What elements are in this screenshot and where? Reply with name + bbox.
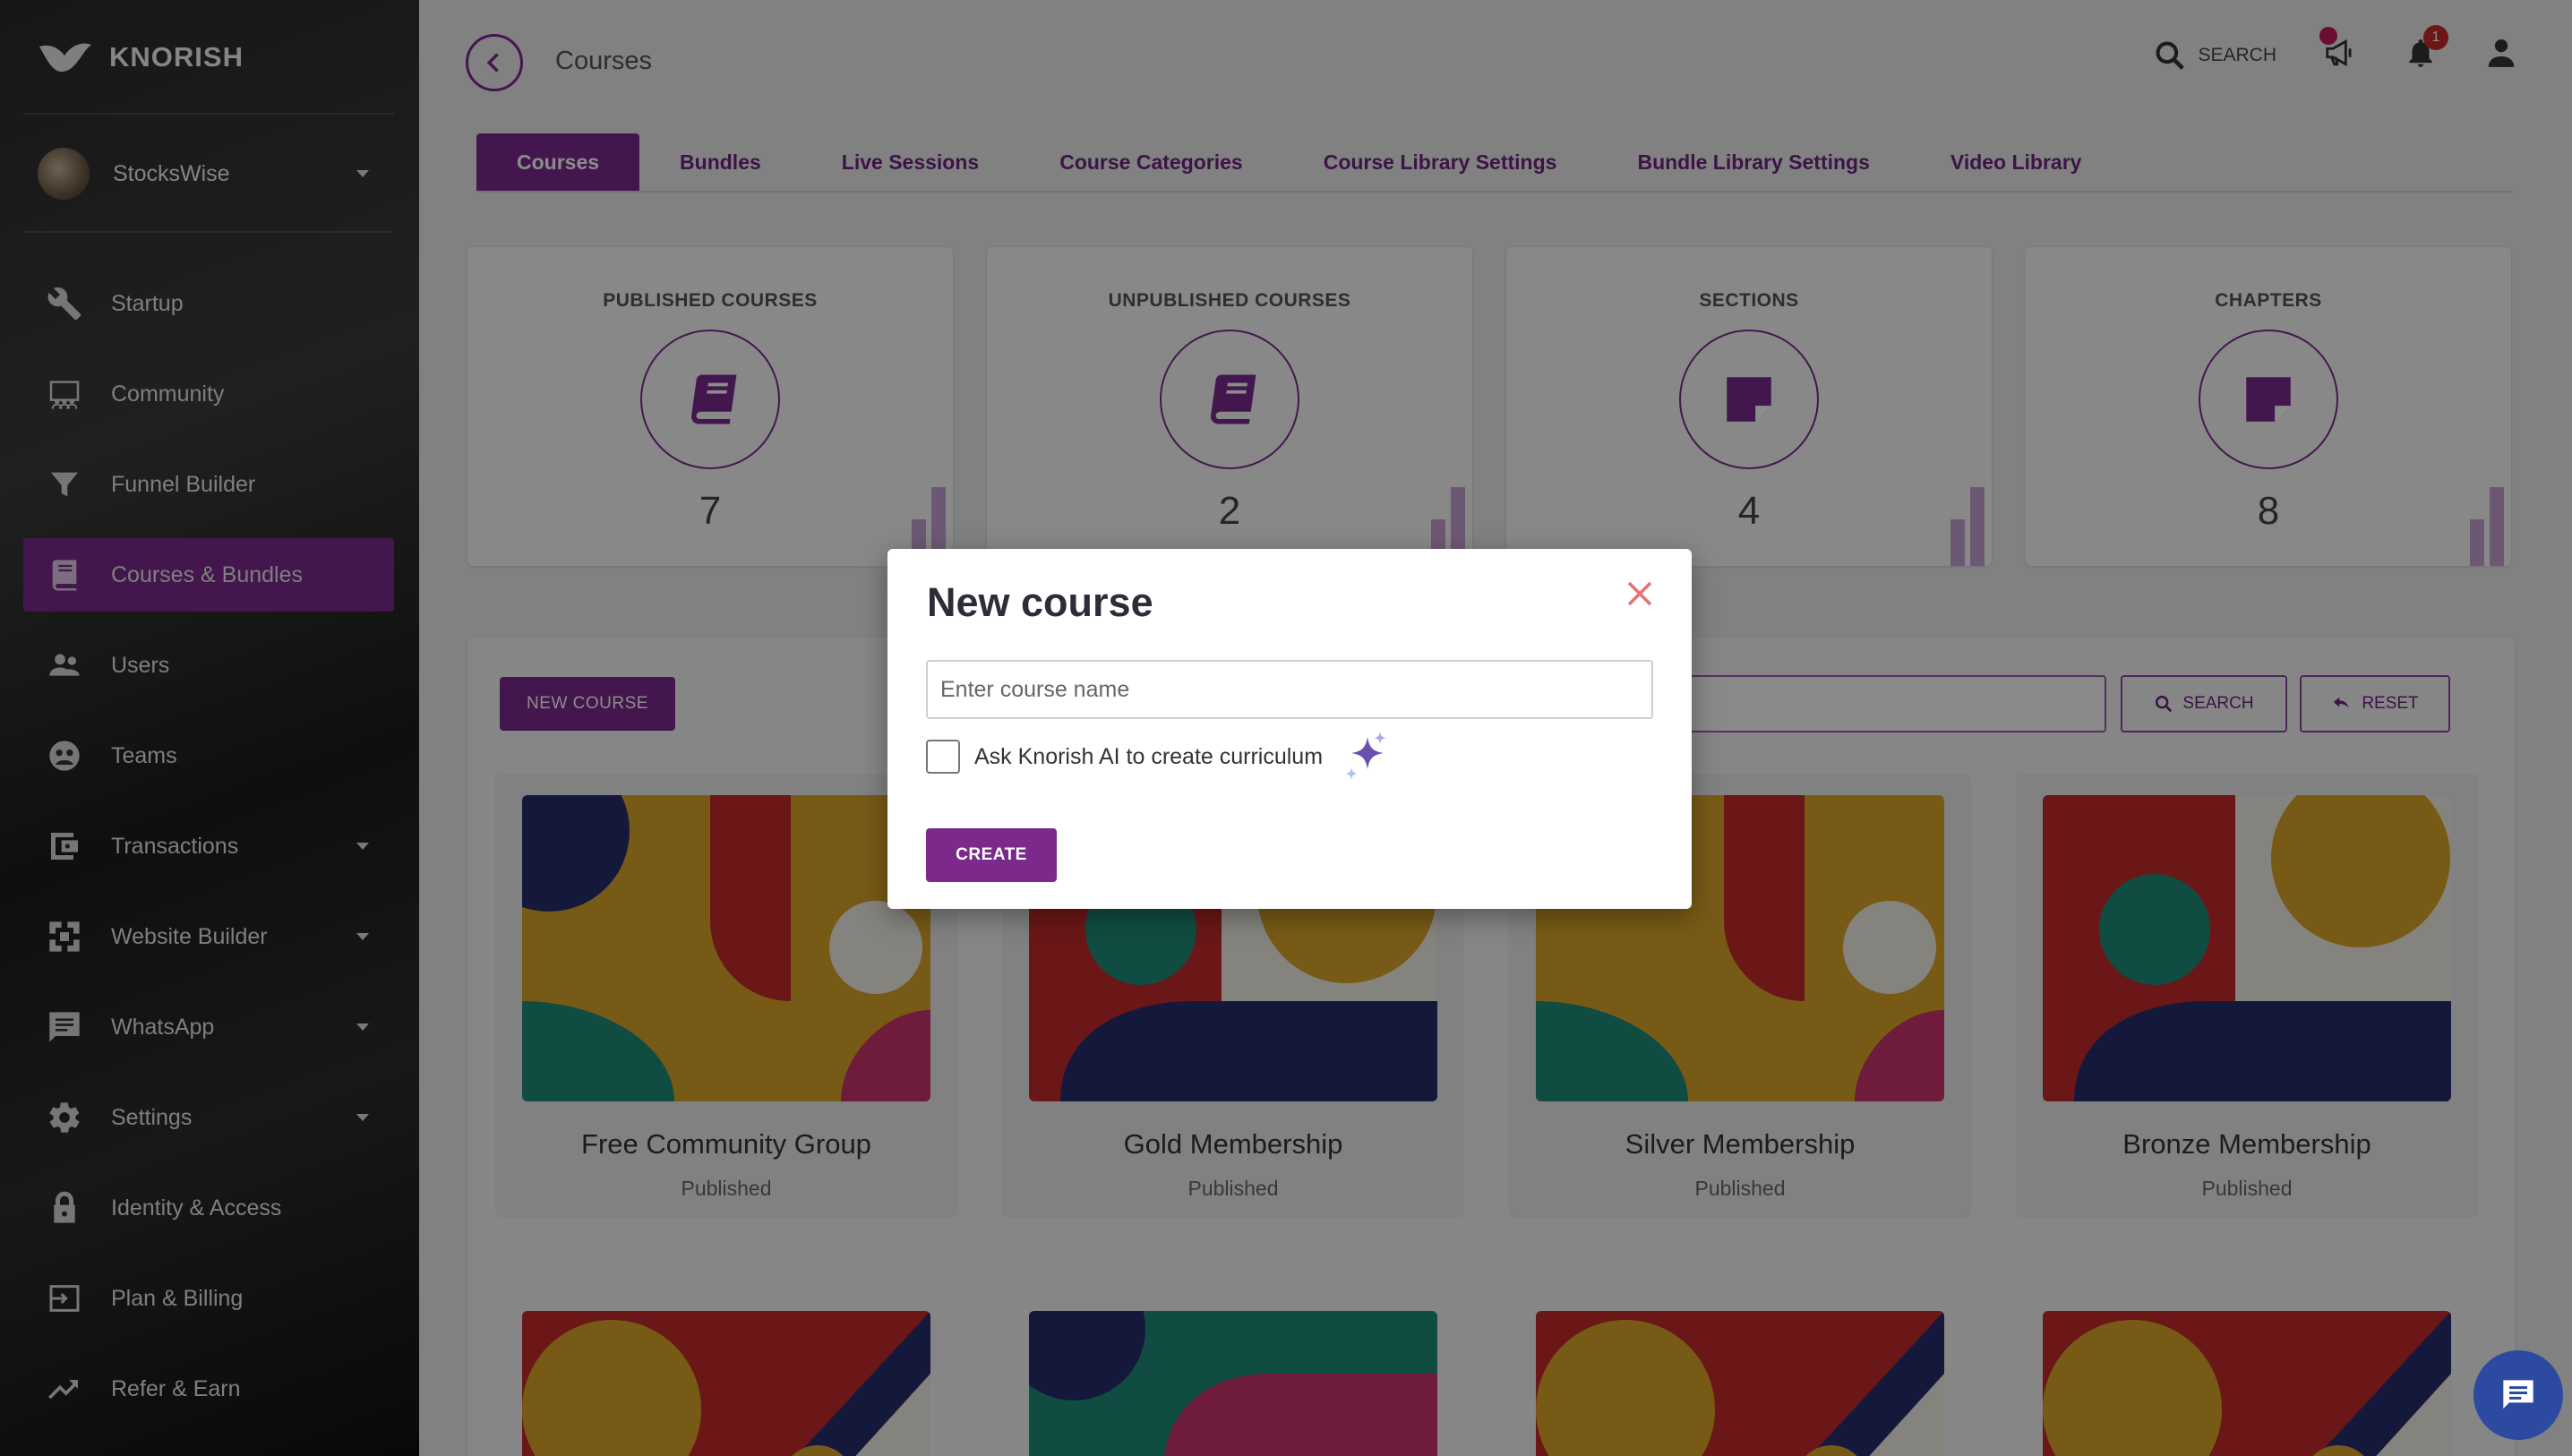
chat-icon [2503, 1380, 2533, 1409]
sparkle-icon [1345, 732, 1387, 780]
create-button[interactable]: CREATE [926, 828, 1057, 882]
dialog-title: New course [927, 579, 1153, 625]
ai-curriculum-option: Ask Knorish AI to create curriculum [926, 732, 1389, 782]
chat-support-button[interactable] [2473, 1350, 2563, 1440]
ai-curriculum-label[interactable]: Ask Knorish AI to create curriculum [974, 744, 1323, 770]
ai-curriculum-checkbox[interactable] [926, 740, 960, 774]
course-name-input[interactable] [926, 660, 1653, 719]
new-course-dialog: New course Ask Knorish AI to create curr… [887, 549, 1692, 909]
close-icon[interactable] [1624, 578, 1656, 610]
